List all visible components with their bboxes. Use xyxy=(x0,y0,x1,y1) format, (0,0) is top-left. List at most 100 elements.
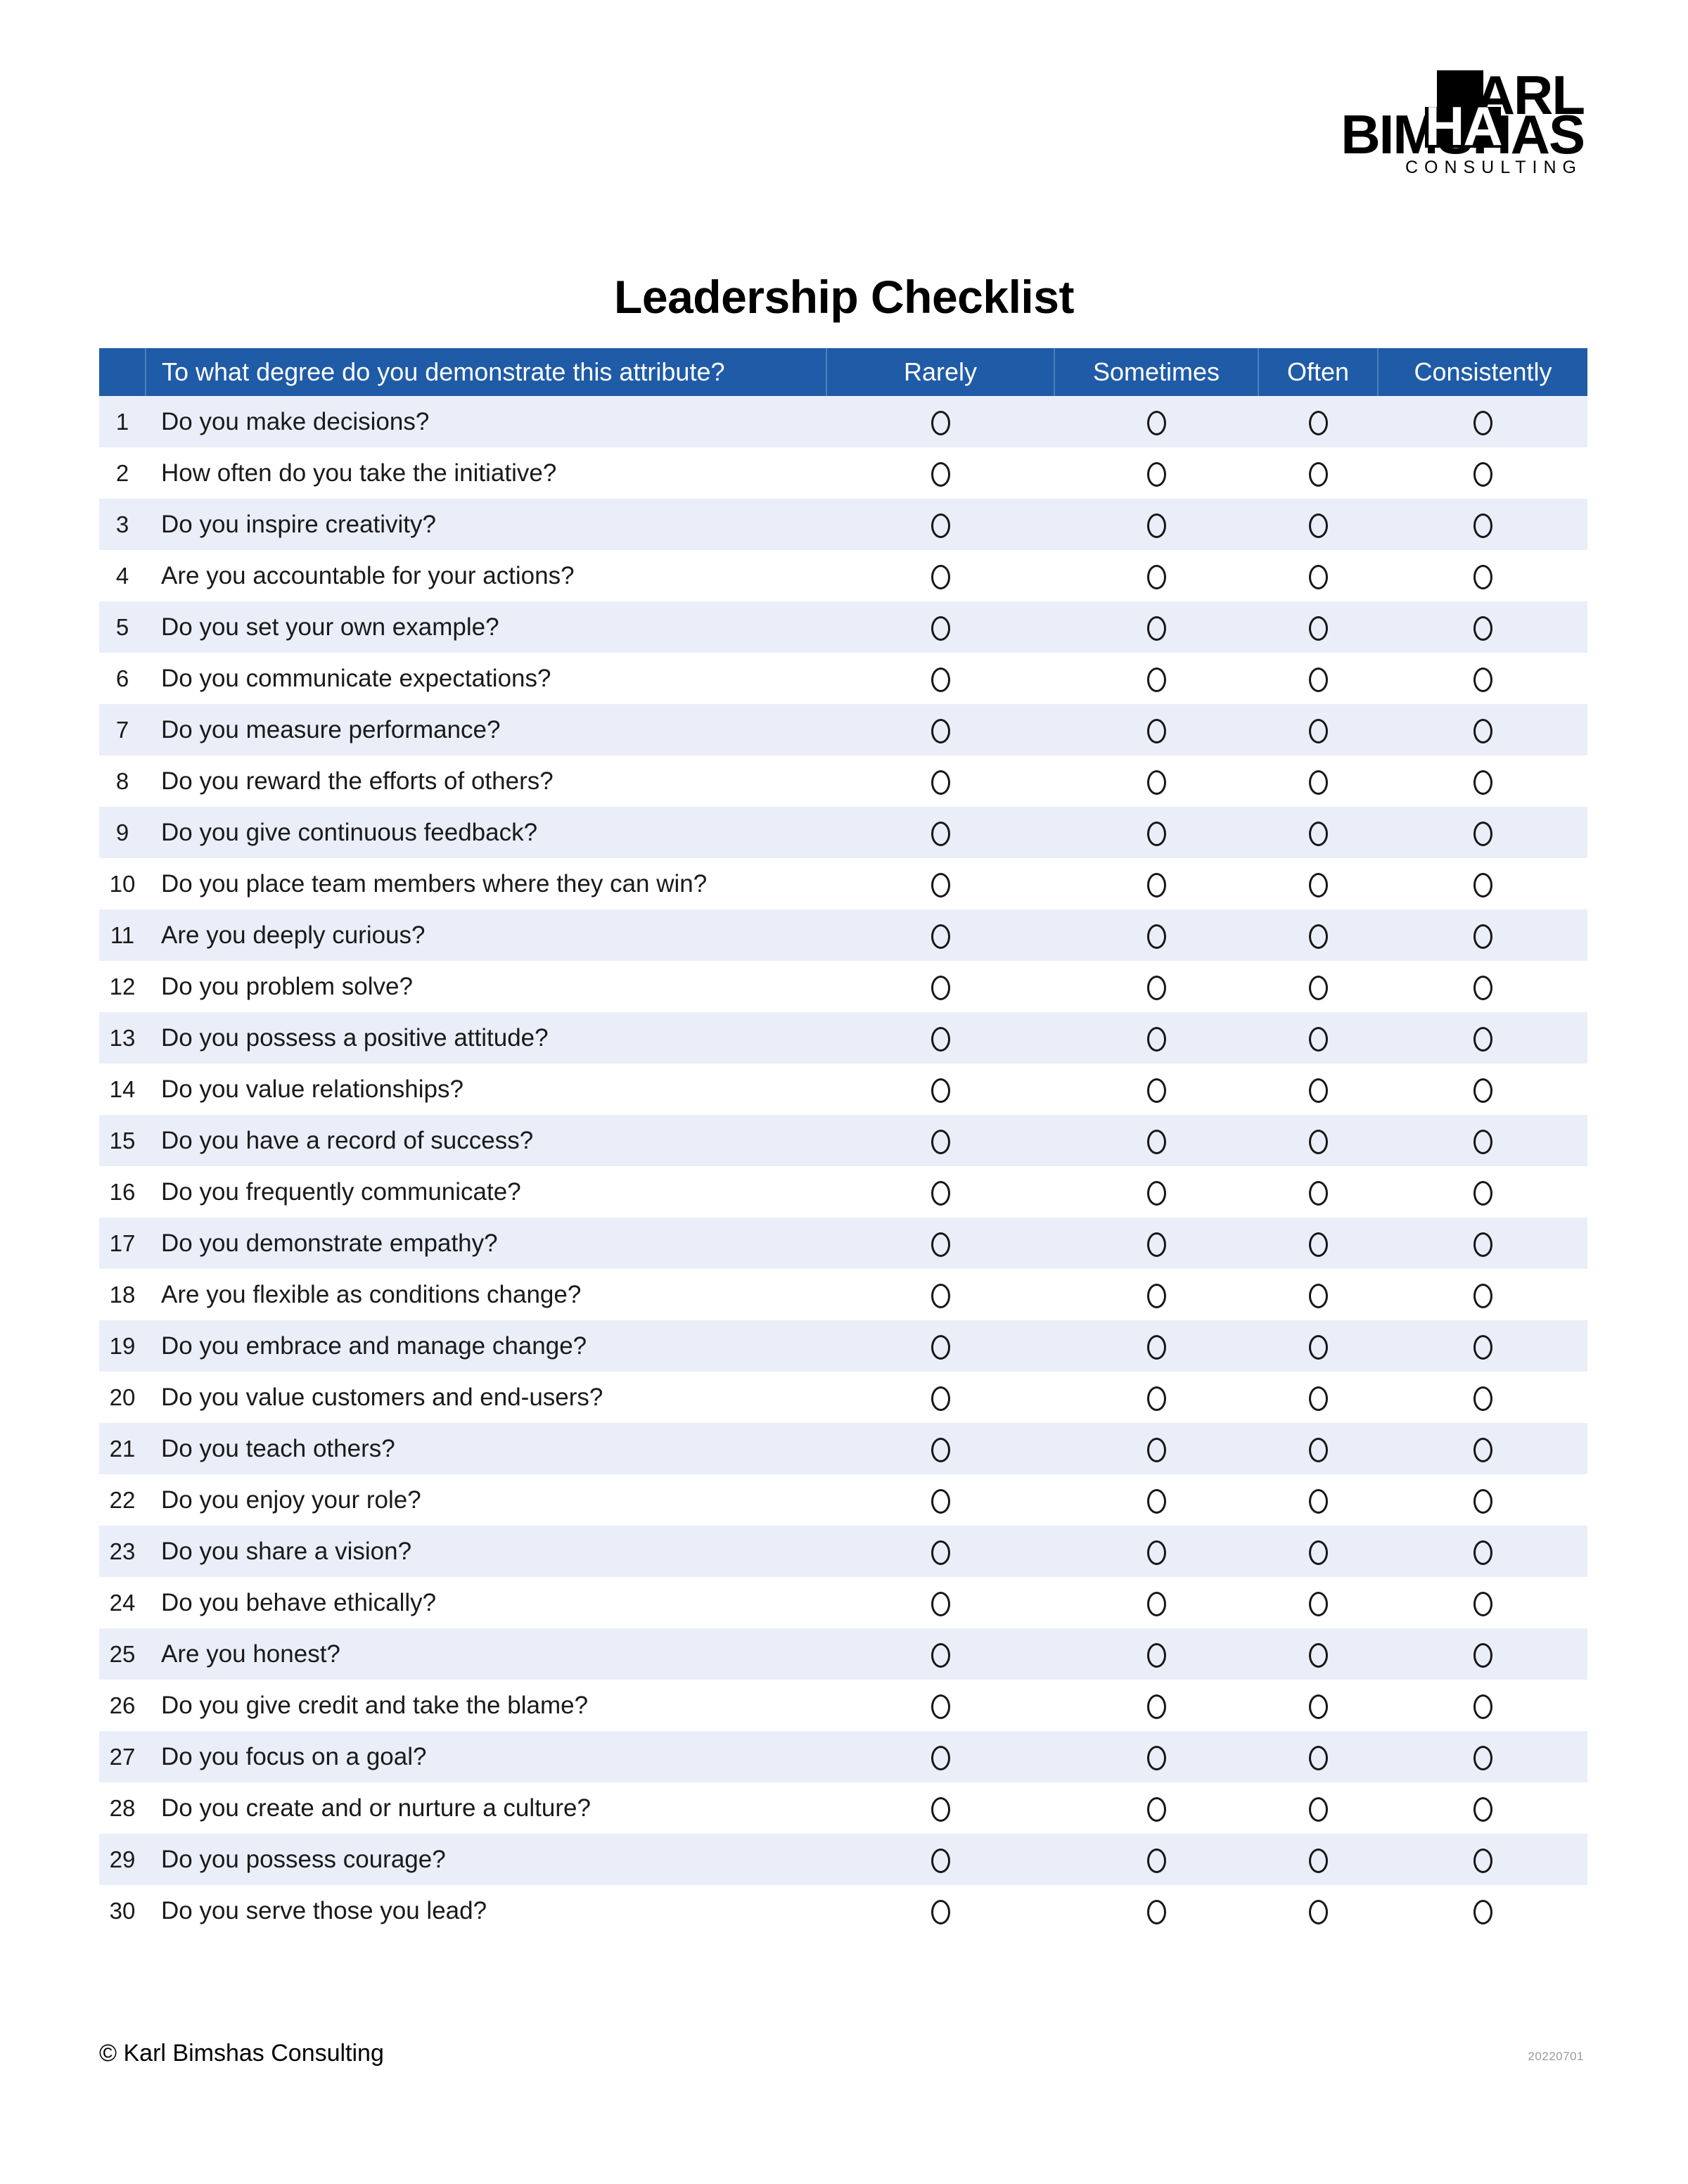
radio-rarely-row-20[interactable] xyxy=(931,1386,950,1411)
radio-cell-consistently[interactable] xyxy=(1378,1064,1587,1115)
radio-cell-rarely[interactable] xyxy=(826,961,1054,1012)
radio-cell-often[interactable] xyxy=(1258,1885,1378,1936)
radio-cell-rarely[interactable] xyxy=(826,704,1054,755)
radio-cell-sometimes[interactable] xyxy=(1054,858,1258,909)
radio-often-row-5[interactable] xyxy=(1308,615,1328,641)
radio-cell-sometimes[interactable] xyxy=(1054,1885,1258,1936)
radio-consistently-row-29[interactable] xyxy=(1473,1848,1492,1873)
radio-rarely-row-12[interactable] xyxy=(931,975,950,1000)
radio-rarely-row-8[interactable] xyxy=(931,769,950,795)
radio-cell-often[interactable] xyxy=(1258,961,1378,1012)
radio-cell-sometimes[interactable] xyxy=(1054,755,1258,807)
radio-cell-often[interactable] xyxy=(1258,396,1378,447)
radio-cell-often[interactable] xyxy=(1258,1218,1378,1269)
radio-cell-often[interactable] xyxy=(1258,1782,1378,1834)
radio-cell-consistently[interactable] xyxy=(1378,704,1587,755)
radio-often-row-4[interactable] xyxy=(1308,564,1328,589)
radio-often-row-16[interactable] xyxy=(1308,1180,1328,1206)
radio-cell-consistently[interactable] xyxy=(1378,601,1587,653)
radio-sometimes-row-11[interactable] xyxy=(1146,924,1166,949)
radio-cell-rarely[interactable] xyxy=(826,909,1054,961)
radio-often-row-30[interactable] xyxy=(1308,1899,1328,1924)
radio-cell-consistently[interactable] xyxy=(1378,1115,1587,1166)
radio-cell-consistently[interactable] xyxy=(1378,1782,1587,1834)
radio-cell-consistently[interactable] xyxy=(1378,1731,1587,1782)
radio-consistently-row-2[interactable] xyxy=(1473,461,1492,487)
radio-sometimes-row-24[interactable] xyxy=(1146,1591,1166,1616)
radio-sometimes-row-20[interactable] xyxy=(1146,1386,1166,1411)
radio-sometimes-row-4[interactable] xyxy=(1146,564,1166,589)
radio-consistently-row-22[interactable] xyxy=(1473,1488,1492,1514)
radio-cell-consistently[interactable] xyxy=(1378,1680,1587,1731)
radio-rarely-row-11[interactable] xyxy=(931,924,950,949)
radio-sometimes-row-14[interactable] xyxy=(1146,1078,1166,1103)
radio-cell-often[interactable] xyxy=(1258,1115,1378,1166)
radio-cell-rarely[interactable] xyxy=(826,1526,1054,1577)
radio-cell-sometimes[interactable] xyxy=(1054,653,1258,704)
radio-cell-sometimes[interactable] xyxy=(1054,1474,1258,1526)
radio-rarely-row-19[interactable] xyxy=(931,1334,950,1360)
radio-often-row-2[interactable] xyxy=(1308,461,1328,487)
radio-rarely-row-29[interactable] xyxy=(931,1848,950,1873)
radio-cell-often[interactable] xyxy=(1258,1064,1378,1115)
radio-consistently-row-17[interactable] xyxy=(1473,1232,1492,1257)
radio-cell-sometimes[interactable] xyxy=(1054,499,1258,550)
radio-rarely-row-3[interactable] xyxy=(931,513,950,538)
radio-cell-often[interactable] xyxy=(1258,1320,1378,1372)
radio-cell-consistently[interactable] xyxy=(1378,961,1587,1012)
radio-consistently-row-12[interactable] xyxy=(1473,975,1492,1000)
radio-cell-often[interactable] xyxy=(1258,601,1378,653)
radio-consistently-row-3[interactable] xyxy=(1473,513,1492,538)
radio-consistently-row-28[interactable] xyxy=(1473,1796,1492,1822)
radio-cell-often[interactable] xyxy=(1258,1526,1378,1577)
radio-often-row-20[interactable] xyxy=(1308,1386,1328,1411)
radio-cell-rarely[interactable] xyxy=(826,1320,1054,1372)
radio-cell-often[interactable] xyxy=(1258,550,1378,601)
radio-cell-often[interactable] xyxy=(1258,1474,1378,1526)
radio-cell-consistently[interactable] xyxy=(1378,909,1587,961)
radio-sometimes-row-16[interactable] xyxy=(1146,1180,1166,1206)
radio-rarely-row-26[interactable] xyxy=(931,1694,950,1719)
radio-cell-often[interactable] xyxy=(1258,807,1378,858)
radio-consistently-row-14[interactable] xyxy=(1473,1078,1492,1103)
radio-cell-sometimes[interactable] xyxy=(1054,601,1258,653)
radio-consistently-row-7[interactable] xyxy=(1473,718,1492,743)
radio-rarely-row-18[interactable] xyxy=(931,1283,950,1308)
radio-often-row-21[interactable] xyxy=(1308,1437,1328,1462)
radio-cell-rarely[interactable] xyxy=(826,858,1054,909)
radio-rarely-row-9[interactable] xyxy=(931,821,950,846)
radio-cell-rarely[interactable] xyxy=(826,447,1054,499)
radio-often-row-27[interactable] xyxy=(1308,1745,1328,1770)
radio-cell-often[interactable] xyxy=(1258,1012,1378,1064)
radio-sometimes-row-6[interactable] xyxy=(1146,667,1166,692)
radio-consistently-row-24[interactable] xyxy=(1473,1591,1492,1616)
radio-cell-rarely[interactable] xyxy=(826,550,1054,601)
radio-cell-rarely[interactable] xyxy=(826,1269,1054,1320)
radio-cell-rarely[interactable] xyxy=(826,1782,1054,1834)
radio-consistently-row-10[interactable] xyxy=(1473,872,1492,898)
radio-cell-sometimes[interactable] xyxy=(1054,704,1258,755)
radio-cell-consistently[interactable] xyxy=(1378,550,1587,601)
radio-cell-consistently[interactable] xyxy=(1378,1526,1587,1577)
radio-rarely-row-16[interactable] xyxy=(931,1180,950,1206)
radio-cell-rarely[interactable] xyxy=(826,1834,1054,1885)
radio-cell-consistently[interactable] xyxy=(1378,1012,1587,1064)
radio-rarely-row-24[interactable] xyxy=(931,1591,950,1616)
radio-sometimes-row-30[interactable] xyxy=(1146,1899,1166,1924)
radio-often-row-28[interactable] xyxy=(1308,1796,1328,1822)
radio-cell-often[interactable] xyxy=(1258,1577,1378,1628)
radio-sometimes-row-19[interactable] xyxy=(1146,1334,1166,1360)
radio-cell-often[interactable] xyxy=(1258,1731,1378,1782)
radio-cell-consistently[interactable] xyxy=(1378,1372,1587,1423)
radio-cell-rarely[interactable] xyxy=(826,499,1054,550)
radio-often-row-9[interactable] xyxy=(1308,821,1328,846)
radio-consistently-row-13[interactable] xyxy=(1473,1026,1492,1052)
radio-cell-rarely[interactable] xyxy=(826,1885,1054,1936)
radio-cell-consistently[interactable] xyxy=(1378,1320,1587,1372)
radio-rarely-row-13[interactable] xyxy=(931,1026,950,1052)
radio-consistently-row-18[interactable] xyxy=(1473,1283,1492,1308)
radio-rarely-row-10[interactable] xyxy=(931,872,950,898)
radio-cell-consistently[interactable] xyxy=(1378,1577,1587,1628)
radio-rarely-row-7[interactable] xyxy=(931,718,950,743)
radio-cell-consistently[interactable] xyxy=(1378,755,1587,807)
